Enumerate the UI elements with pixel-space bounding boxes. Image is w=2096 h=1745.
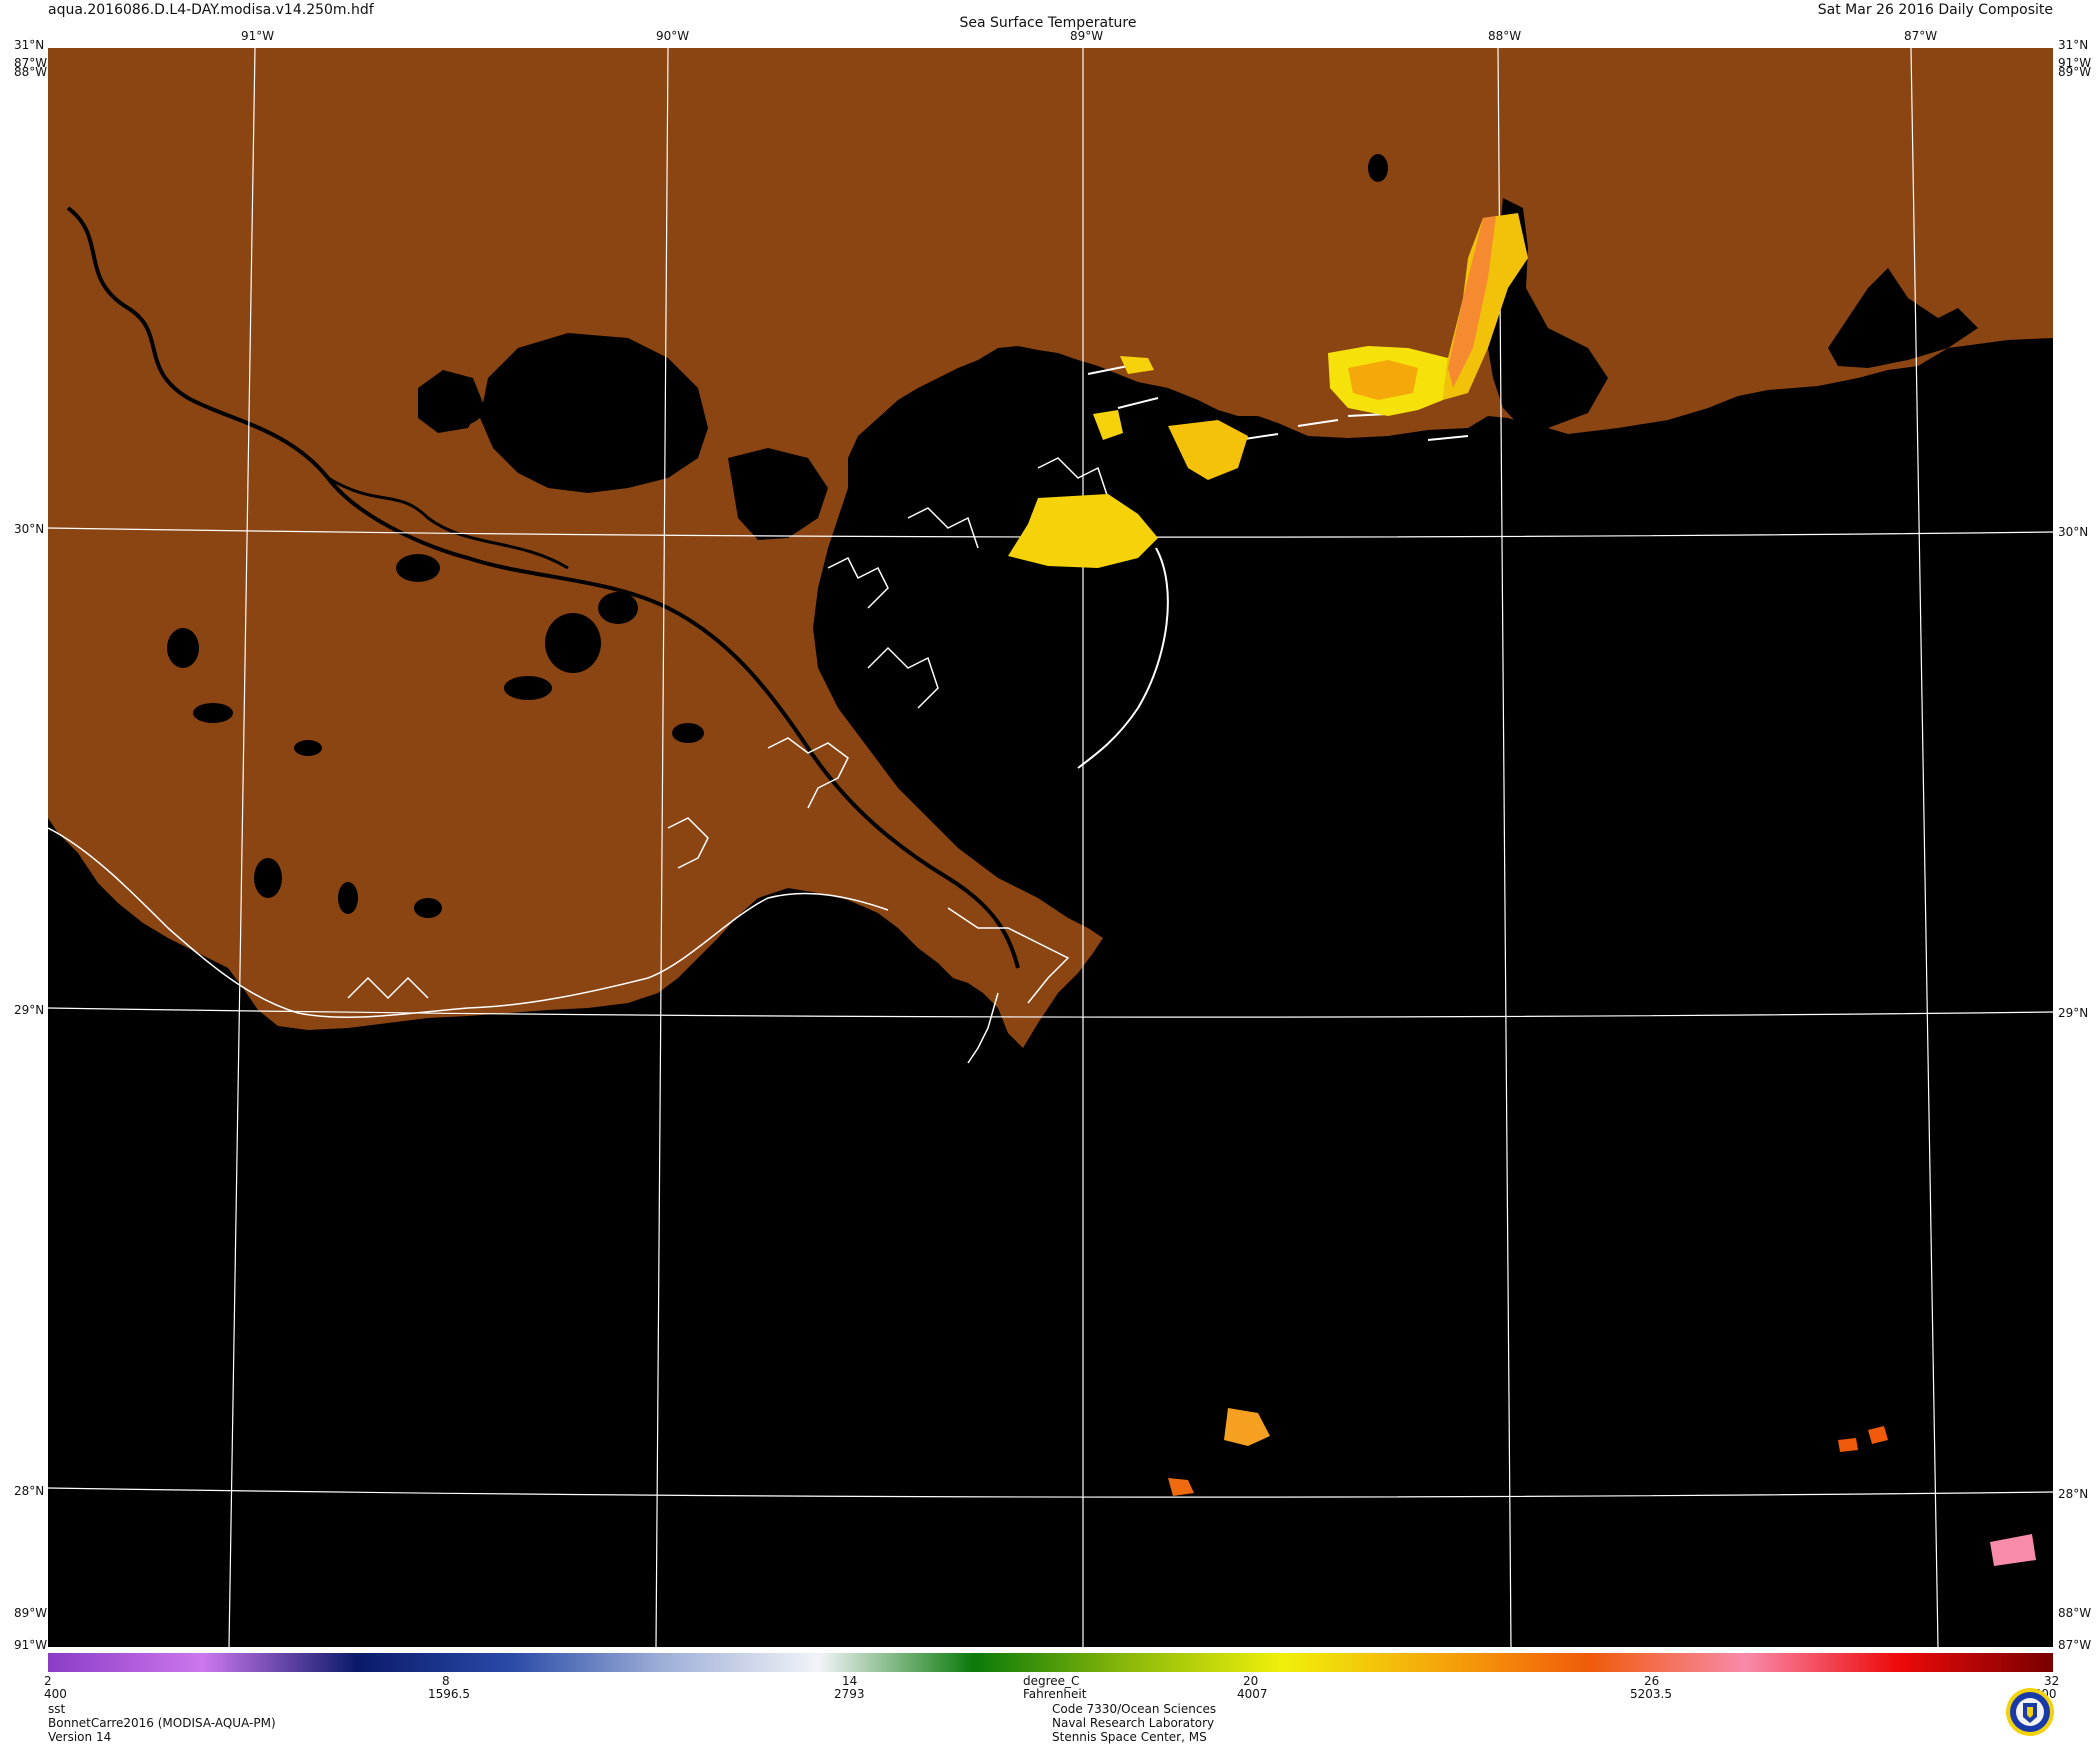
corner-lon-bottom-right-b: 87°W <box>2058 1638 2092 1652</box>
sst-map[interactable] <box>47 47 2054 1648</box>
lat-label-left-30: 30°N <box>14 522 45 536</box>
lon-label-top-91: 91°W <box>241 29 275 43</box>
nrl-seal-icon <box>2006 1688 2054 1736</box>
corner-lon-bottom-left-b: 91°W <box>14 1638 48 1652</box>
colorbar <box>48 1653 2053 1672</box>
colorbar-tick-f-3: 4007 <box>1237 1687 1268 1701</box>
colorbar-unit-fahrenheit: Fahrenheit <box>1023 1687 1087 1701</box>
colorbar-tick-f-1: 1596.5 <box>428 1687 470 1701</box>
corner-lon-top-left-b: 88°W <box>14 65 48 79</box>
lat-label-right-29: 29°N <box>2058 1006 2089 1020</box>
map-title: Sea Surface Temperature <box>959 15 1137 31</box>
lon-label-top-88: 88°W <box>1488 29 1522 43</box>
footer-dataset: BonnetCarre2016 (MODISA-AQUA-PM) <box>48 1716 276 1730</box>
colorbar-tick-f-4: 5203.5 <box>1630 1687 1672 1701</box>
footer-org-line1: Code 7330/Ocean Sciences <box>1052 1702 1217 1716</box>
lat-label-right-28: 28°N <box>2058 1487 2089 1501</box>
footer-version: Version 14 <box>48 1730 112 1744</box>
colorbar-tick-f-2: 2793 <box>834 1687 865 1701</box>
footer-variable: sst <box>48 1702 66 1716</box>
corner-lon-bottom-right-a: 88°W <box>2058 1606 2092 1620</box>
sst-patch-gulf-4 <box>1838 1438 1858 1452</box>
filename-label: aqua.2016086.D.L4-DAY.modisa.v14.250m.hd… <box>48 2 374 18</box>
corner-lon-top-right-b: 89°W <box>2058 65 2092 79</box>
footer-org-line2: Naval Research Laboratory <box>1052 1716 1215 1730</box>
colorbar-tick-f-0: 400 <box>44 1687 67 1701</box>
lat-label-left-29: 29°N <box>14 1003 45 1017</box>
lat-label-left-28: 28°N <box>14 1484 45 1498</box>
map-canvas <box>47 47 2054 1648</box>
corner-lat-top-right: 31°N <box>2058 38 2089 52</box>
footer-org-line3: Stennis Space Center, MS <box>1052 1730 1207 1744</box>
corner-lat-top-left: 31°N <box>14 38 45 52</box>
lon-label-top-87: 87°W <box>1904 29 1938 43</box>
lon-label-top-90: 90°W <box>656 29 690 43</box>
sst-patch-dauphin-inner <box>1348 360 1418 400</box>
date-label: Sat Mar 26 2016 Daily Composite <box>1817 2 2053 18</box>
corner-lon-bottom-left-a: 89°W <box>14 1606 48 1620</box>
lat-label-right-30: 30°N <box>2058 525 2089 539</box>
lon-label-top-89: 89°W <box>1070 29 1104 43</box>
